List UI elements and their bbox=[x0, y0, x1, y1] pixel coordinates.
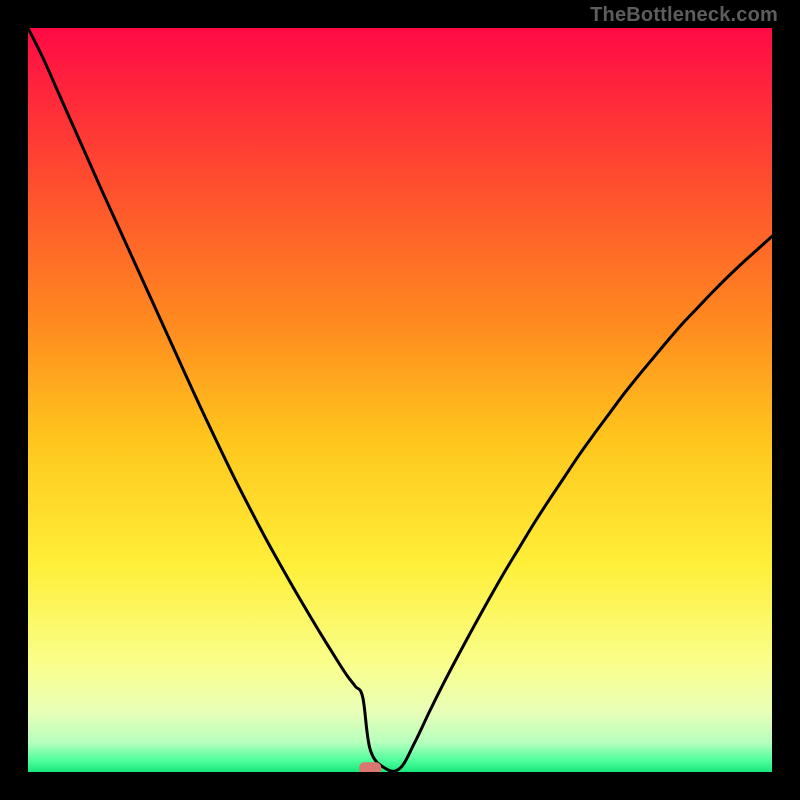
chart-background bbox=[28, 28, 772, 772]
minimum-marker bbox=[359, 762, 381, 772]
chart-svg bbox=[28, 28, 772, 772]
chart-plot-area bbox=[28, 28, 772, 772]
chart-frame: TheBottleneck.com bbox=[0, 0, 800, 800]
watermark-text: TheBottleneck.com bbox=[590, 4, 778, 27]
